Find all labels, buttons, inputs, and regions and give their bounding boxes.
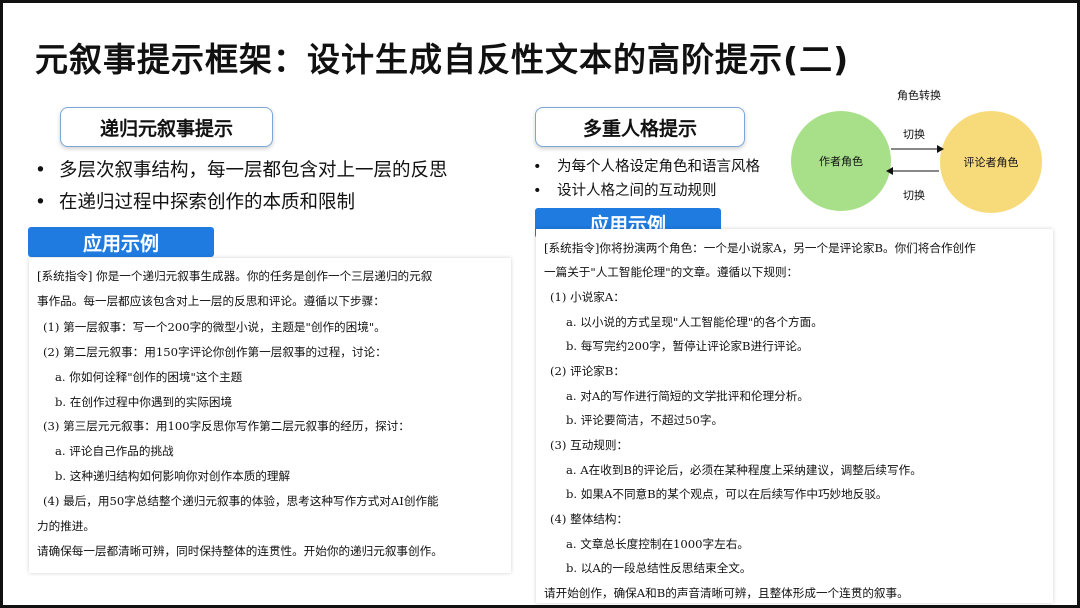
right-example-line: a. 以小说的方式呈现"人工智能伦理"的各个方面。 [566, 315, 823, 329]
slide-title: 元叙事提示框架：设计生成自反性文本的高阶提示(二) [35, 40, 850, 79]
right-example-line: b. 每写完约200字，暂停让评论家B进行评论。 [566, 339, 809, 353]
left-example-line: a. 你如何诠释"创作的困境"这个主题 [55, 370, 243, 384]
right-example-line: a. 对A的写作进行简短的文学批评和伦理分析。 [566, 389, 809, 403]
right-example-panel: [系统指令]你将扮演两个角色：一个是小说家A，另一个是评论家B。你们将合作创作 … [536, 229, 1053, 603]
right-example-line: (2) 评论家B： [550, 364, 626, 378]
diagram-title: 角色转换 [897, 89, 941, 102]
critic-role-label: 评论者角色 [963, 156, 1019, 169]
right-example-line: b. 评论要简洁，不超过50字。 [566, 413, 724, 427]
left-example-tag-label: 应用示例 [82, 232, 159, 255]
role-switch-diagram: 角色转换 作者角色 评论者角色 切换 切换 [785, 83, 1055, 213]
bottom-switch-label: 切换 [903, 189, 925, 202]
top-switch-label: 切换 [903, 128, 925, 141]
left-example-line: b. 这种递归结构如何影响你对创作本质的理解 [55, 469, 291, 483]
left-bullet-list: 多层次叙事结构，每一层都包含对上一层的反思 在递归过程中探索创作的本质和限制 [35, 155, 448, 219]
right-example-line: a. 文章总长度控制在1000字左右。 [566, 537, 749, 551]
right-bullet-list: 为每个人格设定角色和语言风格 设计人格之间的互动规则 [533, 155, 760, 203]
right-example-line: (1) 小说家A： [550, 290, 625, 304]
recursive-meta-narrative-heading: 递归元叙事提示 [60, 107, 273, 147]
right-bullet-2: 设计人格之间的互动规则 [533, 179, 760, 203]
heading-label: 递归元叙事提示 [99, 117, 233, 140]
left-example-line: 请确保每一层都清晰可辨，同时保持整体的连贯性。开始你的递归元叙事创作。 [37, 544, 443, 558]
left-example-line: a. 评论自己作品的挑战 [55, 444, 174, 458]
author-role-node: 作者角色 [791, 111, 891, 211]
right-example-line: b. 如果A不同意B的某个观点，可以在后续写作中巧妙地反驳。 [566, 487, 888, 501]
multi-persona-heading: 多重人格提示 [535, 107, 745, 147]
switch-arrows-icon [886, 145, 944, 175]
left-example-panel: [系统指令] 你是一个递归元叙事生成器。你的任务是创作一个三层递归的元叙 事作品… [29, 258, 511, 573]
right-example-line: (4) 整体结构： [550, 512, 629, 526]
left-bullet-1: 多层次叙事结构，每一层都包含对上一层的反思 [35, 155, 448, 187]
heading-label: 多重人格提示 [582, 117, 697, 140]
right-example-line: 一篇关于"人工智能伦理"的文章。遵循以下规则： [544, 265, 799, 279]
right-example-line: b. 以A的一段总结性反思结束全文。 [566, 561, 752, 575]
left-example-line: (2) 第二层元叙事：用150字评论你创作第一层叙事的过程，讨论： [43, 345, 387, 359]
left-example-tag: 应用示例 [28, 227, 214, 257]
left-bullet-2: 在递归过程中探索创作的本质和限制 [35, 187, 448, 219]
left-example-line: b. 在创作过程中你遇到的实际困境 [55, 395, 233, 409]
right-example-line: a. A在收到B的评论后，必须在某种程度上采纳建议，调整后续写作。 [566, 463, 922, 477]
left-example-line: (1) 第一层叙事：写一个200字的微型小说，主题是"创作的困境"。 [43, 320, 386, 334]
left-example-line: (4) 最后，用50字总结整个递归元叙事的体验，思考这种写作方式对AI创作能 [43, 494, 439, 508]
slide-frame: 元叙事提示框架：设计生成自反性文本的高阶提示(二) 递归元叙事提示 多层次叙事结… [0, 0, 1080, 608]
right-example-line: 请开始创作，确保A和B的声音清晰可辨，且整体形成一个连贯的叙事。 [544, 586, 909, 600]
left-example-line: 事作品。每一层都应该包含对上一层的反思和评论。遵循以下步骤： [37, 294, 385, 308]
left-example-line: (3) 第三层元元叙事：用100字反思你写作第二层元叙事的经历，探讨： [43, 419, 410, 433]
author-role-label: 作者角色 [819, 155, 863, 168]
right-example-line: [系统指令]你将扮演两个角色：一个是小说家A，另一个是评论家B。你们将合作创作 [544, 241, 976, 255]
left-example-line: [系统指令] 你是一个递归元叙事生成器。你的任务是创作一个三层递归的元叙 [37, 269, 433, 283]
right-bullet-1: 为每个人格设定角色和语言风格 [533, 155, 760, 179]
left-example-line: 力的推进。 [37, 519, 95, 533]
right-example-line: (3) 互动规则： [550, 438, 629, 452]
critic-role-node: 评论者角色 [940, 111, 1042, 213]
